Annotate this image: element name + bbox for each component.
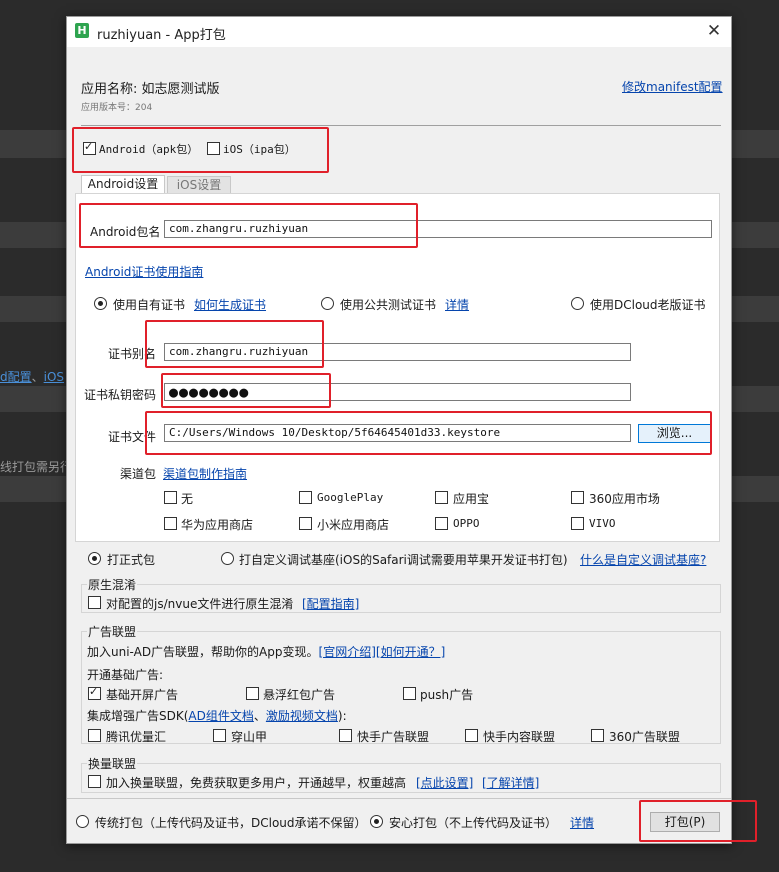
how-to-generate-cert-link[interactable]: 如何生成证书 xyxy=(194,296,266,313)
footer-divider xyxy=(67,798,731,799)
channel-360-label: 360应用市场 xyxy=(589,492,660,506)
obfuscation-checkbox[interactable] xyxy=(88,596,101,609)
background-links[interactable]: d配置、iOS xyxy=(0,368,64,385)
push-ad-checkbox[interactable] xyxy=(403,687,416,700)
what-is-custom-base-link[interactable]: 什么是自定义调试基座? xyxy=(580,551,706,568)
tab-android-settings[interactable]: Android设置 xyxy=(81,175,165,193)
own-cert-label: 使用自有证书 xyxy=(113,298,186,312)
kuaishou-ad-label: 快手广告联盟 xyxy=(357,730,430,744)
tencent-ad-checkbox[interactable] xyxy=(88,729,101,742)
channel-none-checkbox[interactable] xyxy=(164,491,177,504)
redpacket-ad-checkbox[interactable] xyxy=(246,687,259,700)
own-cert-radio[interactable] xyxy=(94,297,107,310)
channel-yingyongbao-label: 应用宝 xyxy=(453,492,490,506)
modify-manifest-link[interactable]: 修改manifest配置 xyxy=(622,78,723,95)
highlight-box xyxy=(145,411,712,455)
redpacket-ad-label: 悬浮红包广告 xyxy=(263,688,336,702)
channel-vivo-checkbox[interactable] xyxy=(571,517,584,530)
channel-none-label: 无 xyxy=(181,492,194,506)
traditional-pack-radio[interactable] xyxy=(76,815,89,828)
splash-ad-checkbox[interactable] xyxy=(88,685,101,700)
channel-oppo-checkbox[interactable] xyxy=(435,517,448,530)
tencent-ad-label: 腾讯优量汇 xyxy=(106,730,167,744)
tab-ios-settings[interactable]: iOS设置 xyxy=(167,176,231,194)
channel-huawei-checkbox[interactable] xyxy=(164,517,177,530)
channel-huawei-label: 华为应用商店 xyxy=(181,518,254,532)
safe-pack-radio[interactable] xyxy=(370,815,383,828)
channel-xiaomi-checkbox[interactable] xyxy=(299,517,312,530)
window-title: ruzhiyuan - App打包 xyxy=(97,28,226,43)
pangle-ad-label: 穿山甲 xyxy=(231,730,268,744)
basic-ads-label: 开通基础广告: xyxy=(87,668,164,682)
formal-build-label: 打正式包 xyxy=(107,553,156,567)
hbuilder-app-icon: H xyxy=(75,23,89,38)
obfuscation-group-label: 原生混淆 xyxy=(87,576,138,593)
public-cert-details-link[interactable]: 详情 xyxy=(445,296,469,313)
obfuscation-guide-link[interactable]: [配置指南] xyxy=(302,595,359,612)
highlight-box xyxy=(79,203,418,248)
channel-googleplay-label: GooglePlay xyxy=(317,491,384,504)
obfuscation-label: 对配置的js/nvue文件进行原生混淆 xyxy=(106,597,294,611)
safe-pack-label: 安心打包（不上传代码及证书） xyxy=(389,816,558,830)
channel-vivo-label: VIVO xyxy=(589,517,616,530)
public-test-cert-label: 使用公共测试证书 xyxy=(340,298,437,312)
reward-video-doc-link[interactable]: 激励视频文档 xyxy=(266,709,338,723)
channel-googleplay-checkbox[interactable] xyxy=(299,491,312,504)
push-ad-label: push广告 xyxy=(420,688,474,702)
title-bar[interactable]: H ruzhiyuan - App打包 ✕ xyxy=(67,17,731,47)
ad360-checkbox[interactable] xyxy=(591,729,604,742)
pack-mode-details-link[interactable]: 详情 xyxy=(570,814,594,831)
highlight-box xyxy=(72,127,329,173)
ad-intro: 加入uni-AD广告联盟，帮助你的App变现。[官网介绍][如何开通？] xyxy=(87,645,446,659)
channel-360-checkbox[interactable] xyxy=(571,491,584,504)
formal-build-radio[interactable] xyxy=(88,552,101,565)
exchange-details-link[interactable]: [了解详情] xyxy=(482,774,539,791)
dcloud-old-cert-label: 使用DCloud老版证书 xyxy=(590,298,706,312)
ad-how-to-open-link[interactable]: [如何开通？] xyxy=(376,645,445,659)
highlight-box xyxy=(161,373,331,408)
channel-oppo-label: OPPO xyxy=(453,517,480,530)
exchange-label: 加入换量联盟，免费获取更多用户，开通越早，权重越高 xyxy=(106,776,407,790)
pangle-ad-checkbox[interactable] xyxy=(213,729,226,742)
public-test-cert-radio[interactable] xyxy=(321,297,334,310)
channel-guide-link[interactable]: 渠道包制作指南 xyxy=(163,465,247,482)
exchange-settings-link[interactable]: [点此设置] xyxy=(416,774,473,791)
exchange-group-label: 换量联盟 xyxy=(87,755,138,772)
channel-label: 渠道包 xyxy=(120,467,157,481)
channel-xiaomi-label: 小米应用商店 xyxy=(317,518,390,532)
splash-ad-label: 基础开屏广告 xyxy=(106,688,179,702)
android-settings-panel: Android包名 com.zhangru.ruzhiyuan Android证… xyxy=(75,193,720,542)
highlight-box xyxy=(639,800,757,842)
ad-official-intro-link[interactable]: [官网介绍] xyxy=(319,645,376,659)
dcloud-old-cert-radio[interactable] xyxy=(571,297,584,310)
traditional-pack-label: 传统打包（上传代码及证书，DCloud承诺不保留） xyxy=(95,816,367,830)
background-text: 线打包需另行 xyxy=(0,460,73,474)
highlight-box xyxy=(145,320,324,368)
app-version-row: 应用版本号：204 xyxy=(81,103,153,113)
custom-base-radio[interactable] xyxy=(221,552,234,565)
app-pack-dialog: H ruzhiyuan - App打包 ✕ 应用名称: 如志愿测试版 应用版本号… xyxy=(66,16,757,844)
enhanced-ads-label: 集成增强广告SDK(AD组件文档、激励视频文档): xyxy=(87,709,347,723)
kuaishou-content-checkbox[interactable] xyxy=(465,729,478,742)
kuaishou-ad-checkbox[interactable] xyxy=(339,729,352,742)
app-name-row: 应用名称: 如志愿测试版 xyxy=(81,82,220,97)
android-cert-guide-link[interactable]: Android证书使用指南 xyxy=(85,263,203,280)
channel-yingyongbao-checkbox[interactable] xyxy=(435,491,448,504)
ad-component-doc-link[interactable]: AD组件文档 xyxy=(188,709,253,723)
custom-base-label: 打自定义调试基座(iOS的Safari调试需要用苹果开发证书打包) xyxy=(239,553,568,567)
cert-password-label: 证书私钥密码 xyxy=(84,388,157,402)
ad360-label: 360广告联盟 xyxy=(609,730,680,744)
exchange-checkbox[interactable] xyxy=(88,775,101,788)
header-divider xyxy=(81,125,721,126)
ad-alliance-group-label: 广告联盟 xyxy=(87,623,138,640)
close-icon[interactable]: ✕ xyxy=(703,20,725,42)
kuaishou-content-label: 快手内容联盟 xyxy=(483,730,556,744)
